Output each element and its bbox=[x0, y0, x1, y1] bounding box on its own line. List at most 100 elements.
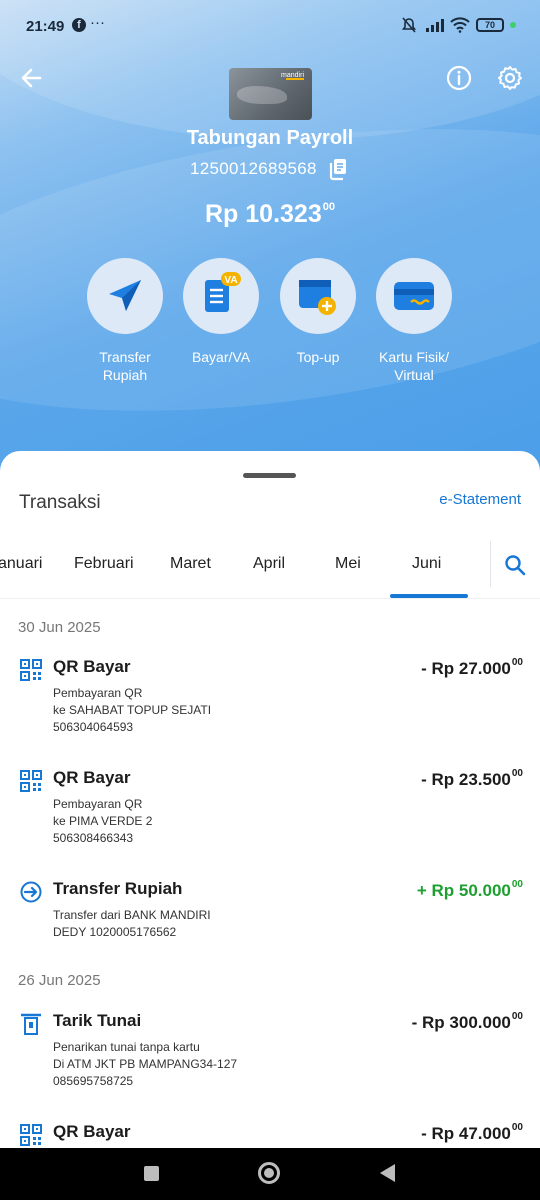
desc-line: ke PIMA VERDE 2 bbox=[53, 814, 153, 828]
account-name: Tabungan Payroll bbox=[186, 127, 354, 149]
wallet-plus-icon bbox=[299, 280, 336, 315]
action-top-up[interactable]: Top-up bbox=[270, 258, 366, 366]
back-button[interactable] bbox=[380, 1164, 395, 1182]
card-icon bbox=[394, 282, 434, 310]
amount-cents: 00 bbox=[511, 1122, 523, 1133]
amount-value: + Rp 50.000 bbox=[416, 881, 511, 900]
privacy-dot-icon bbox=[510, 22, 516, 28]
transaction-amount: - Rp 47.00000 bbox=[421, 1122, 523, 1144]
amount-cents: 00 bbox=[511, 768, 523, 779]
status-bar: 21:49 f ··· 70 bbox=[0, 0, 540, 52]
date-header: 26 Jun 2025 bbox=[18, 972, 101, 989]
transaction-amount: - Rp 300.00000 bbox=[412, 1011, 523, 1033]
tab-mei[interactable]: Mei bbox=[335, 555, 361, 573]
facebook-notification-icon: f bbox=[72, 18, 86, 32]
transaction-amount: - Rp 23.50000 bbox=[421, 768, 523, 790]
action-label: Top-up bbox=[270, 348, 366, 366]
date-header: 30 Jun 2025 bbox=[18, 619, 101, 636]
mute-bell-icon bbox=[401, 17, 417, 33]
amount-value: - Rp 27.000 bbox=[421, 659, 511, 678]
desc-line: Di ATM JKT PB MAMPANG34-127 bbox=[53, 1057, 238, 1071]
action-label-line1: Kartu Fisik/ bbox=[378, 349, 449, 365]
desc-line: ke SAHABAT TOPUP SEJATI bbox=[53, 703, 212, 717]
desc-line: Pembayaran QR bbox=[53, 797, 143, 811]
settings-gear-icon[interactable] bbox=[496, 64, 524, 92]
transactions-sheet[interactable]: Transaksi e-Statement anuari Februari Ma… bbox=[0, 451, 540, 1148]
home-button[interactable] bbox=[258, 1162, 280, 1184]
action-label-line1: Top-up bbox=[296, 349, 340, 365]
action-label: Transfer Rupiah bbox=[77, 348, 173, 384]
action-icon-circle bbox=[376, 258, 452, 334]
transaction-description: Pembayaran QR ke SAHABAT TOPUP SEJATI 5063… bbox=[53, 685, 211, 736]
transaction-type: QR Bayar bbox=[53, 657, 131, 676]
month-tabs: anuari Februari Maret April Mei Juni bbox=[0, 541, 540, 599]
transaction-row[interactable]: Tarik Tunai - Rp 300.00000 Penarikan tun… bbox=[0, 1007, 540, 1097]
transaction-amount: - Rp 27.00000 bbox=[421, 657, 523, 679]
transaction-type: Transfer Rupiah bbox=[53, 879, 183, 898]
more-notifications-indicator: ··· bbox=[90, 14, 105, 31]
amount-value: - Rp 300.000 bbox=[411, 1013, 511, 1032]
action-label-line1: Transfer bbox=[99, 349, 151, 365]
action-transfer-rupiah[interactable]: Transfer Rupiah bbox=[77, 258, 173, 384]
desc-line: 506304064593 bbox=[53, 720, 134, 734]
bill-va-icon: VA bbox=[205, 272, 241, 312]
amount-value: - Rp 47.000 bbox=[421, 1124, 511, 1143]
action-label: Bayar/VA bbox=[173, 348, 269, 366]
copy-icon[interactable] bbox=[327, 157, 349, 181]
tab-juni[interactable]: Juni bbox=[412, 555, 441, 573]
transaction-amount: + Rp 50.00000 bbox=[417, 879, 523, 901]
transaction-row[interactable]: Transfer Rupiah + Rp 50.00000 Transfer d… bbox=[0, 875, 540, 955]
account-balance: Rp 10.32300 bbox=[0, 200, 540, 229]
transaction-description: Transfer dari BANK MANDIRI DEDY 102000517… bbox=[53, 907, 211, 941]
card-map-graphic bbox=[237, 86, 287, 104]
back-arrow-icon[interactable] bbox=[18, 64, 46, 92]
recent-apps-button[interactable] bbox=[144, 1166, 159, 1181]
signal-icon bbox=[426, 19, 444, 32]
action-icon-circle: VA bbox=[183, 258, 259, 334]
qr-code-icon bbox=[20, 659, 42, 681]
account-header: 21:49 f ··· 70 mandiri Tabungan Payroll … bbox=[0, 0, 540, 480]
action-kartu-fisik-virtual[interactable]: Kartu Fisik/Virtual bbox=[366, 258, 462, 384]
action-label-line1: Bayar/VA bbox=[191, 349, 251, 365]
atm-withdraw-icon bbox=[21, 1013, 41, 1035]
action-label-line2: Virtual bbox=[394, 367, 434, 383]
tab-maret[interactable]: Maret bbox=[170, 555, 211, 573]
desc-line: Transfer dari BANK MANDIRI bbox=[53, 908, 211, 922]
active-tab-indicator bbox=[390, 594, 468, 598]
transaction-description: Pembayaran QR ke PIMA VERDE 2 506308466343 bbox=[53, 796, 152, 847]
amount-cents: 00 bbox=[511, 1011, 523, 1022]
paper-plane-icon bbox=[109, 280, 141, 311]
desc-line: Penarikan tunai tanpa kartu bbox=[53, 1040, 200, 1054]
battery-indicator: 70 bbox=[476, 18, 504, 32]
section-title: Transaksi bbox=[19, 492, 101, 513]
qr-code-icon bbox=[20, 770, 42, 792]
amount-value: - Rp 23.500 bbox=[421, 770, 511, 789]
action-bayar-va[interactable]: VA Bayar/VA bbox=[173, 258, 269, 366]
amount-cents: 00 bbox=[511, 879, 523, 890]
info-icon[interactable] bbox=[445, 64, 473, 92]
desc-line: 085695758725 bbox=[53, 1074, 134, 1088]
debit-card-image: mandiri bbox=[229, 68, 312, 120]
desc-line: Pembayaran QR bbox=[53, 686, 143, 700]
action-icon-circle bbox=[87, 258, 163, 334]
transaction-row[interactable]: QR Bayar - Rp 23.50000 Pembayaran QR ke P… bbox=[0, 764, 540, 854]
balance-cents: 00 bbox=[322, 201, 335, 213]
tab-april[interactable]: April bbox=[253, 555, 285, 573]
va-badge-text: VA bbox=[224, 275, 237, 286]
transaction-type: Tarik Tunai bbox=[53, 1011, 142, 1030]
wifi-icon bbox=[450, 17, 470, 33]
amount-cents: 00 bbox=[511, 657, 523, 668]
divider bbox=[490, 541, 491, 587]
balance-amount: Rp 10.323 bbox=[205, 200, 322, 228]
e-statement-link[interactable]: e-Statement bbox=[439, 491, 521, 508]
system-navigation-bar bbox=[0, 1148, 540, 1200]
tab-januari[interactable]: anuari bbox=[0, 555, 42, 573]
transaction-description: Penarikan tunai tanpa kartu Di ATM JKT PB… bbox=[53, 1039, 237, 1090]
action-label: Kartu Fisik/Virtual bbox=[366, 348, 462, 384]
transaction-row[interactable]: QR Bayar - Rp 47.00000 bbox=[0, 1118, 540, 1148]
transfer-in-icon bbox=[20, 881, 42, 903]
sheet-drag-handle[interactable] bbox=[243, 473, 296, 478]
search-icon[interactable] bbox=[504, 554, 526, 576]
transaction-row[interactable]: QR Bayar - Rp 27.00000 Pembayaran QR ke S… bbox=[0, 653, 540, 743]
tab-februari[interactable]: Februari bbox=[74, 555, 134, 573]
